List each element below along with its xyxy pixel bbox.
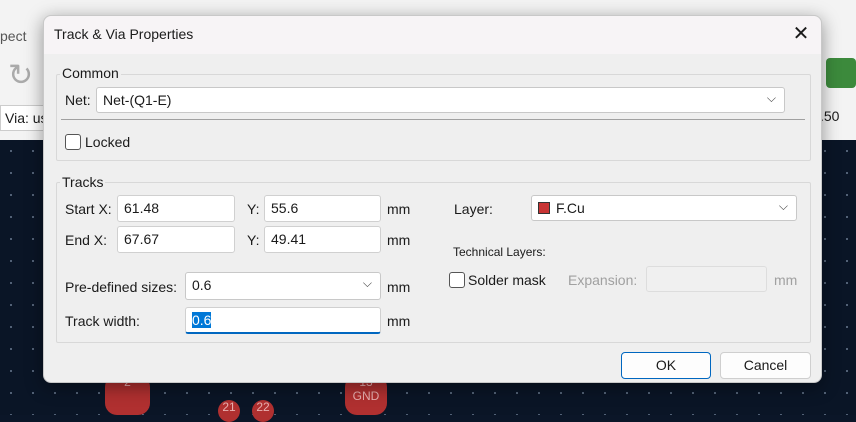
predefined-sizes-label: Pre-defined sizes: (65, 279, 178, 295)
unit-label: mm (387, 313, 411, 329)
predefined-sizes-select[interactable]: 0.6 ⌵ (185, 272, 381, 300)
start-x-label: Start X: (65, 201, 112, 217)
track-width-input[interactable]: 0.6 (185, 307, 381, 334)
expansion-input[interactable] (646, 266, 767, 292)
ok-button[interactable]: OK (621, 352, 711, 379)
start-y-input[interactable]: 55.6 (264, 195, 381, 222)
unit-label: mm (774, 272, 798, 288)
redo-icon[interactable]: ↻ (8, 58, 33, 93)
layer-label: Layer: (454, 201, 493, 217)
chevron-down-icon: ⌵ (766, 91, 776, 105)
track-via-properties-dialog: Track & Via Properties ✕ Common Net: Net… (43, 15, 822, 383)
layer-select[interactable]: F.Cu ⌵ (531, 195, 797, 221)
technical-layers-label: Technical Layers: (453, 245, 546, 259)
close-icon[interactable]: ✕ (789, 22, 813, 46)
pad-label: GND (352, 389, 380, 403)
title-bar: Track & Via Properties ✕ (44, 16, 821, 54)
end-x-input[interactable]: 67.67 (117, 226, 235, 253)
chevron-down-icon: ⌵ (362, 276, 372, 290)
route-tool-icon[interactable] (826, 58, 856, 88)
layer-value: F.Cu (556, 200, 585, 216)
end-y-input[interactable]: 49.41 (264, 226, 381, 253)
start-y-label: Y: (247, 201, 260, 217)
end-y-label: Y: (247, 232, 260, 248)
solder-mask-label: Solder mask (468, 272, 546, 288)
locked-label: Locked (85, 134, 131, 150)
tracks-group-label: Tracks (60, 174, 106, 190)
unit-label: mm (387, 201, 411, 217)
dialog-title: Track & Via Properties (54, 26, 194, 42)
pad-22: 22 (252, 400, 274, 422)
pad-label: 21 (222, 400, 236, 414)
solder-mask-checkbox[interactable] (449, 272, 465, 288)
unit-label: mm (387, 232, 411, 248)
chevron-down-icon: ⌵ (778, 199, 788, 213)
common-group-label: Common (60, 65, 121, 81)
expansion-label: Expansion: (568, 272, 638, 288)
net-label: Net: (65, 92, 91, 108)
layer-color-swatch (538, 202, 550, 214)
unit-label: mm (387, 279, 411, 295)
start-x-input[interactable]: 61.48 (117, 195, 235, 222)
predefined-value: 0.6 (192, 277, 212, 293)
track-width-value: 0.6 (192, 312, 212, 328)
pad-21: 21 (218, 400, 240, 422)
track-width-label: Track width: (65, 313, 140, 329)
pad-label: 22 (256, 400, 270, 414)
net-value: Net-(Q1-E) (103, 92, 172, 108)
grid-value: .50 (820, 108, 840, 124)
separator (61, 119, 805, 120)
end-x-label: End X: (65, 232, 108, 248)
cancel-button[interactable]: Cancel (720, 352, 811, 379)
locked-checkbox[interactable] (65, 134, 81, 150)
net-select[interactable]: Net-(Q1-E) ⌵ (96, 87, 785, 113)
